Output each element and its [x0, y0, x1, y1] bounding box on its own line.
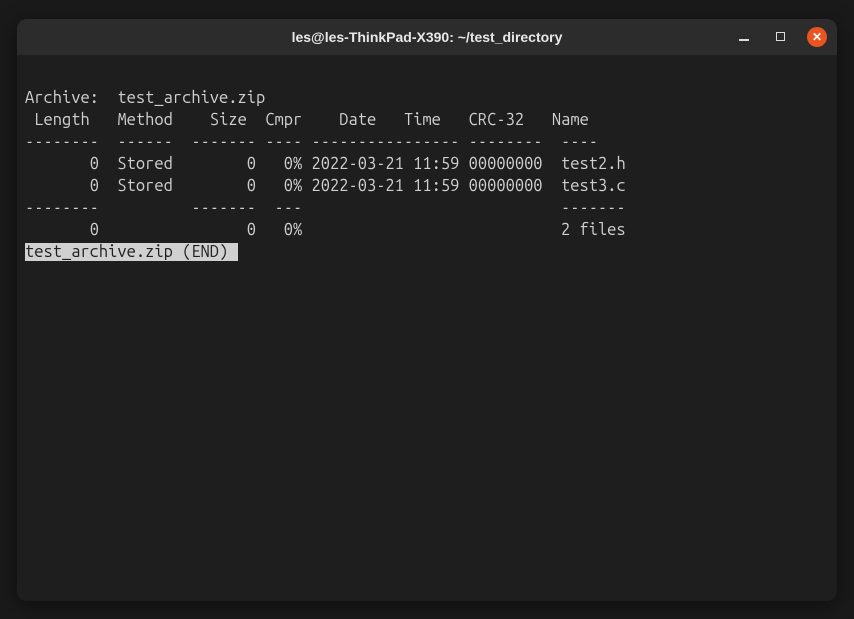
terminal-output[interactable]: Archive: test_archive.zip Length Method …	[17, 55, 837, 601]
col-length: Length	[34, 111, 89, 129]
cell-crc32: 00000000	[469, 177, 543, 195]
terminal-window: les@les-ThinkPad-X390: ~/test_directory …	[17, 19, 837, 601]
separator-row: -------- ------ ------- ---- -----------…	[25, 131, 829, 153]
pager-status: test_archive.zip (END)	[25, 243, 238, 261]
close-icon: ✕	[812, 31, 822, 43]
cell-date: 2022-03-21	[312, 155, 404, 173]
cell-length: 0	[90, 177, 99, 195]
cell-method: Stored	[117, 177, 172, 195]
totals-row: 0 0 0% 2 files	[25, 219, 829, 241]
total-summary: 2 files	[561, 221, 626, 239]
maximize-icon	[776, 32, 785, 41]
minimize-icon	[739, 39, 749, 41]
col-time: Time	[404, 111, 441, 129]
blank-line	[25, 65, 829, 87]
cell-size: 0	[247, 177, 256, 195]
total-length: 0	[90, 221, 99, 239]
header-row: Length Method Size Cmpr Date Time CRC-32…	[25, 109, 829, 131]
maximize-button[interactable]	[771, 28, 789, 46]
titlebar: les@les-ThinkPad-X390: ~/test_directory …	[17, 19, 837, 55]
total-size: 0	[247, 221, 256, 239]
cell-method: Stored	[117, 155, 172, 173]
cell-cmpr: 0%	[284, 155, 302, 173]
col-size: Size	[210, 111, 247, 129]
minimize-button[interactable]	[735, 28, 753, 46]
cell-cmpr: 0%	[284, 177, 302, 195]
close-button[interactable]: ✕	[807, 27, 827, 47]
total-cmpr: 0%	[284, 221, 302, 239]
col-name: Name	[552, 111, 589, 129]
table-row: 0 Stored 0 0% 2022-03-21 11:59 00000000 …	[25, 175, 829, 197]
window-controls: ✕	[735, 27, 827, 47]
cell-crc32: 00000000	[469, 155, 543, 173]
archive-label: Archive:	[25, 89, 99, 107]
col-cmpr: Cmpr	[265, 111, 302, 129]
separator-row: -------- ------- --- -------	[25, 197, 829, 219]
cell-time: 11:59	[413, 155, 459, 173]
cell-date: 2022-03-21	[312, 177, 404, 195]
cell-size: 0	[247, 155, 256, 173]
window-title: les@les-ThinkPad-X390: ~/test_directory	[17, 29, 837, 45]
cell-name: test2.h	[561, 155, 626, 173]
cell-time: 11:59	[413, 177, 459, 195]
col-crc32: CRC-32	[469, 111, 524, 129]
col-method: Method	[117, 111, 172, 129]
table-row: 0 Stored 0 0% 2022-03-21 11:59 00000000 …	[25, 153, 829, 175]
archive-name: test_archive.zip	[117, 89, 265, 107]
cell-name: test3.c	[561, 177, 626, 195]
pager-status-line: test_archive.zip (END)	[25, 241, 829, 263]
archive-line: Archive: test_archive.zip	[25, 87, 829, 109]
col-date: Date	[339, 111, 376, 129]
cell-length: 0	[90, 155, 99, 173]
